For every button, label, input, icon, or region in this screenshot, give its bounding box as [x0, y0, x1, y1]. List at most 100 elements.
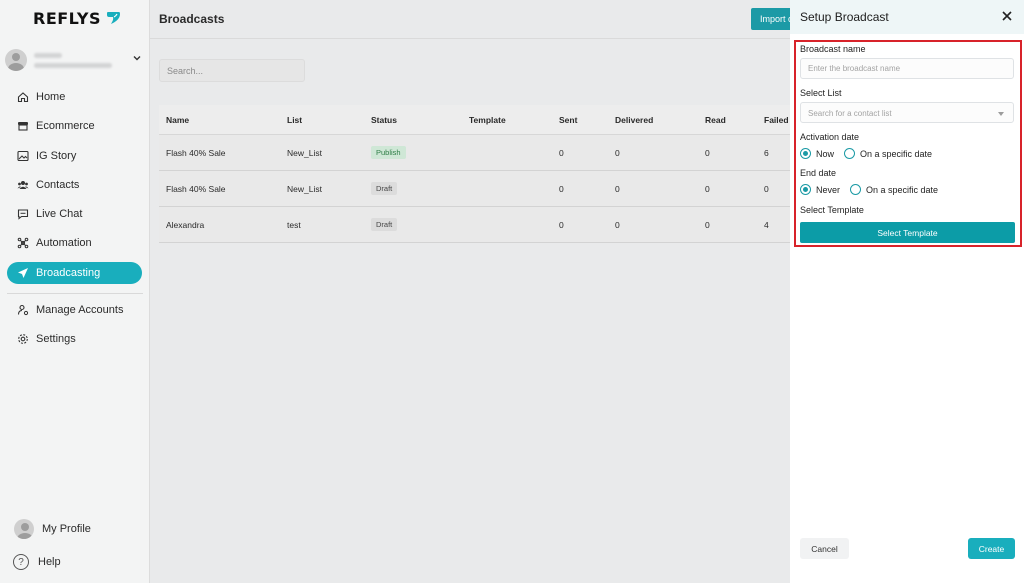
status-badge: Draft: [371, 182, 398, 195]
activation-now-label: Now: [816, 148, 835, 159]
close-icon[interactable]: [1000, 9, 1014, 23]
select-template-button[interactable]: Select Template: [800, 222, 1015, 243]
sidebar-item-manage-accounts[interactable]: Manage Accounts: [7, 299, 142, 321]
sidebar-item-label: Contacts: [36, 179, 80, 191]
users-icon: [17, 181, 29, 189]
sidebar-item-label: Manage Accounts: [36, 304, 124, 316]
radio-selected[interactable]: [800, 148, 811, 159]
panel-title: Setup Broadcast: [800, 10, 889, 24]
cell-failed: 6: [764, 147, 769, 158]
select-list-label: Select List: [800, 88, 842, 98]
chat-icon: [17, 209, 29, 220]
sidebar-item-label: Automation: [36, 237, 92, 249]
end-specific-date-option[interactable]: On a specific date: [850, 184, 938, 195]
end-never-option[interactable]: Never: [800, 184, 840, 195]
cell-status: Draft: [371, 207, 398, 242]
sidebar-divider: [7, 293, 143, 294]
sidebar-item-label: Home: [36, 91, 66, 103]
end-date-label: End date: [800, 168, 837, 178]
table-header: Name List Status Template Sent Delivered…: [159, 105, 790, 135]
logo[interactable]: REFLYS: [33, 8, 121, 28]
cell-failed: 4: [764, 219, 769, 230]
help-link[interactable]: ? Help: [13, 554, 61, 570]
gear-icon: [18, 334, 28, 344]
cell-read: 0: [705, 219, 710, 230]
chevron-down-icon[interactable]: [132, 53, 142, 63]
cell-sent: 0: [559, 183, 564, 194]
cell-list: New_List: [287, 183, 322, 194]
cell-name: Flash 40% Sale: [166, 183, 226, 194]
end-date-options: Never On a specific date: [800, 184, 948, 195]
user-cog-icon: [17, 304, 29, 316]
cell-name: Flash 40% Sale: [166, 147, 226, 158]
header-divider: [150, 38, 790, 39]
activation-specific-date-label: On a specific date: [860, 148, 933, 159]
column-header-read[interactable]: Read: [705, 105, 726, 134]
search-input[interactable]: [159, 59, 305, 82]
end-specific-date-label: On a specific date: [866, 184, 939, 195]
cell-read: 0: [705, 183, 710, 194]
table-row[interactable]: Flash 40% Sale New_List Draft 0 0 0 0: [159, 171, 790, 207]
broadcasts-table: Name List Status Template Sent Delivered…: [159, 105, 790, 243]
end-never-label: Never: [816, 184, 841, 195]
image-icon: [17, 150, 29, 162]
my-profile-link[interactable]: My Profile: [13, 519, 91, 539]
sidebar-item-label: Ecommerce: [36, 120, 95, 132]
table-row[interactable]: Flash 40% Sale New_List Publish 0 0 0 6: [159, 135, 790, 171]
column-header-list[interactable]: List: [287, 105, 302, 134]
cell-sent: 0: [559, 219, 564, 230]
cell-read: 0: [705, 147, 710, 158]
radio-selected[interactable]: [800, 184, 811, 195]
sidebar-item-broadcasting[interactable]: Broadcasting: [7, 262, 142, 284]
user-info: [34, 52, 112, 68]
column-header-name[interactable]: Name: [166, 105, 189, 134]
caret-down-icon: [998, 112, 1004, 116]
column-header-template[interactable]: Template: [469, 105, 506, 134]
sidebar: REFLYS Home Ecommerce IG Story Contacts …: [0, 0, 150, 583]
activation-now-option[interactable]: Now: [800, 148, 834, 159]
broadcast-name-label: Broadcast name: [800, 44, 866, 54]
logo-text: REFLYS: [33, 8, 101, 28]
help-icon: ?: [13, 554, 29, 570]
table-row[interactable]: Alexandra test Draft 0 0 0 4: [159, 207, 790, 243]
cell-status: Publish: [371, 135, 406, 170]
radio-unselected[interactable]: [850, 184, 862, 195]
cancel-button[interactable]: Cancel: [800, 538, 849, 559]
avatar: [5, 49, 27, 71]
cell-sent: 0: [559, 147, 564, 158]
activation-date-options: Now On a specific date: [800, 148, 942, 159]
profile-avatar: [14, 519, 34, 539]
page-title: Broadcasts: [159, 12, 225, 26]
select-template-label: Select Template: [800, 205, 864, 215]
main-content: Broadcasts Import c Name List Status Tem…: [150, 0, 811, 583]
cell-delivered: 0: [615, 183, 620, 194]
contact-list-select[interactable]: Search for a contact list: [800, 102, 1014, 123]
cell-list: test: [287, 219, 301, 230]
activation-specific-date-option[interactable]: On a specific date: [844, 148, 932, 159]
user-switcher[interactable]: [4, 44, 146, 76]
column-header-sent[interactable]: Sent: [559, 105, 577, 134]
sidebar-item-label: Live Chat: [36, 208, 83, 220]
create-button[interactable]: Create: [968, 538, 1015, 559]
radio-unselected[interactable]: [844, 148, 856, 159]
sidebar-item-automation[interactable]: Automation: [7, 232, 142, 254]
home-icon: [17, 92, 29, 103]
sidebar-item-home[interactable]: Home: [7, 86, 142, 108]
broadcast-name-input[interactable]: [800, 58, 1014, 79]
cell-delivered: 0: [615, 147, 620, 158]
cell-failed: 0: [764, 183, 769, 194]
column-header-status[interactable]: Status: [371, 105, 397, 134]
sidebar-item-ecommerce[interactable]: Ecommerce: [7, 115, 142, 137]
sidebar-item-live-chat[interactable]: Live Chat: [7, 203, 142, 225]
cell-delivered: 0: [615, 219, 620, 230]
column-header-delivered[interactable]: Delivered: [615, 105, 653, 134]
cell-list: New_List: [287, 147, 322, 158]
sidebar-item-label: Settings: [36, 333, 76, 345]
automation-icon: [17, 237, 29, 249]
store-icon: [18, 122, 28, 131]
sidebar-item-contacts[interactable]: Contacts: [7, 174, 142, 196]
activation-date-label: Activation date: [800, 132, 860, 142]
column-header-failed[interactable]: Failed: [764, 105, 789, 134]
sidebar-item-ig-story[interactable]: IG Story: [7, 145, 142, 167]
sidebar-item-settings[interactable]: Settings: [7, 328, 142, 350]
